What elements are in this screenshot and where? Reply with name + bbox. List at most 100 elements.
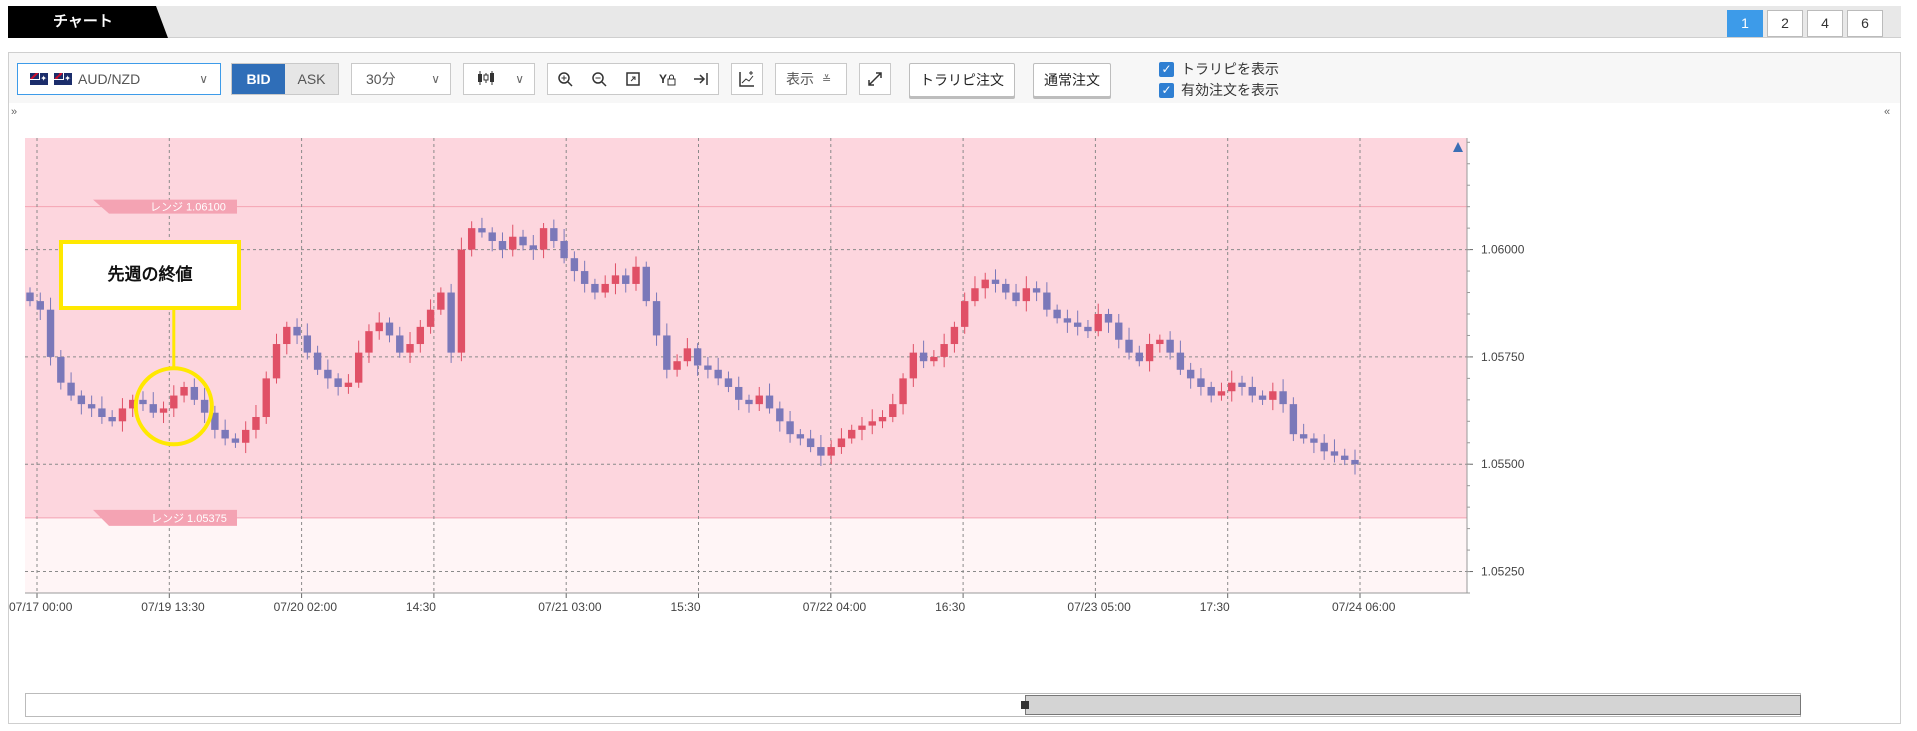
navigator-handle[interactable] [1021,701,1029,709]
candle-body [1094,313,1102,332]
candle-body [46,309,55,357]
candle-body [570,258,579,272]
candle-body [437,292,445,310]
period-select[interactable]: 30分 ∨ [351,63,451,95]
candle-body [1238,382,1246,387]
chevron-down-icon: ∨ [431,72,440,86]
candle-body [1279,391,1287,405]
candle-body [365,331,373,353]
candle-body [560,241,568,259]
symbol-select[interactable]: AUD/NZD ∨ [17,63,221,95]
bid-button[interactable]: BID [232,64,285,94]
candle-body [1258,395,1267,400]
display-label: 表示 [786,71,814,87]
layout-2-button[interactable]: 2 [1767,10,1803,37]
x-tick-label: 07/17 00:00 [9,600,73,614]
layout-4-button[interactable]: 4 [1807,10,1843,37]
candle [447,283,455,363]
layout-6-button[interactable]: 6 [1847,10,1883,37]
x-tick-label: 14:30 [406,600,436,614]
candle-body [591,283,599,293]
candle-body [550,228,558,242]
trarepi-order-button[interactable]: トラリピ注文 [909,63,1015,97]
candle-body [221,429,229,439]
candle-body [786,421,794,435]
candle-body [416,326,425,345]
candle-body [324,369,332,379]
ask-button[interactable]: ASK [285,64,338,94]
candle-body [858,425,866,430]
y-tick-label: 1.05500 [1481,457,1525,471]
range-upper-label: レンジ 1.06100 [150,202,226,214]
candle-body [899,378,907,405]
candle-body [1145,344,1154,362]
fit-icon[interactable] [616,64,650,94]
candle-body [652,301,661,336]
x-tick-label: 15:30 [671,600,701,614]
candle-body [889,404,897,418]
candle-body [1330,451,1339,456]
show-valid-orders-checkbox[interactable]: ✓ 有効注文を表示 [1159,80,1279,100]
candle-body [1084,326,1092,332]
layout-1-button[interactable]: 1 [1727,10,1763,37]
candle-body [848,429,856,439]
candlestick-icon [476,70,496,89]
candle-body [272,344,281,379]
candle-body [940,344,948,357]
candle-body [735,386,743,400]
candle-body [293,326,301,336]
candle-body [806,438,815,448]
nzd-flag-icon [54,73,72,85]
candle-body [1217,391,1226,396]
candle-body [622,275,630,284]
candle-body [909,352,918,379]
y-lock-icon[interactable]: Y [650,64,684,94]
zoom-in-icon[interactable] [548,64,582,94]
candle-body [26,292,34,302]
checkmark-icon: ✓ [1159,82,1174,98]
candle-body [180,386,188,396]
candle-body [159,408,168,413]
svg-text:Y: Y [659,72,667,86]
candle-body [200,399,209,413]
candle-body [1351,459,1359,465]
zoom-tools: Y [547,63,719,95]
candle-body [334,378,342,387]
candle-body [796,434,805,439]
show-valid-orders-label: 有効注文を表示 [1181,82,1279,98]
range-band [25,138,1467,518]
candle-body [303,335,312,353]
display-menu[interactable]: 表示 ≚ [775,63,847,95]
candle [457,237,466,362]
zoom-out-icon[interactable] [582,64,616,94]
candle-body [57,356,65,383]
candle-body [396,335,404,353]
fullscreen-icon[interactable] [859,63,891,95]
candle-body [714,369,722,379]
candle-body [313,352,322,370]
candle-body [354,352,363,383]
candle-body [683,348,692,362]
show-trarepi-checkbox[interactable]: ✓ トラリピを表示 [1159,59,1279,79]
normal-order-button[interactable]: 通常注文 [1033,63,1111,97]
bid-ask-toggle: BID ASK [231,63,339,95]
candle-body [971,288,979,302]
indicator-icon[interactable] [731,63,763,95]
candle-body [375,322,383,332]
candle-body [1115,322,1123,340]
candle-body [77,395,86,405]
navigator-window[interactable] [1025,695,1801,715]
candle-body [283,326,291,345]
candle-body [580,271,589,284]
y-axis: 1.06000 1.05750 1.05500 1.05250 [1466,138,1525,594]
candle-body [87,404,96,409]
candle-body [457,249,466,353]
x-tick-label: 07/23 05:00 [1067,600,1131,614]
tab-chart[interactable]: チャート [8,6,168,38]
scroll-end-icon[interactable] [684,64,718,94]
candle-body [539,228,548,250]
candle-body [149,404,157,413]
chevron-down-icon: ∨ [515,72,524,86]
chart-type-select[interactable]: ∨ [463,63,535,95]
price-chart[interactable]: レンジ 1.06100 レンジ 1.05375 1.060001.057501.… [9,105,1900,693]
